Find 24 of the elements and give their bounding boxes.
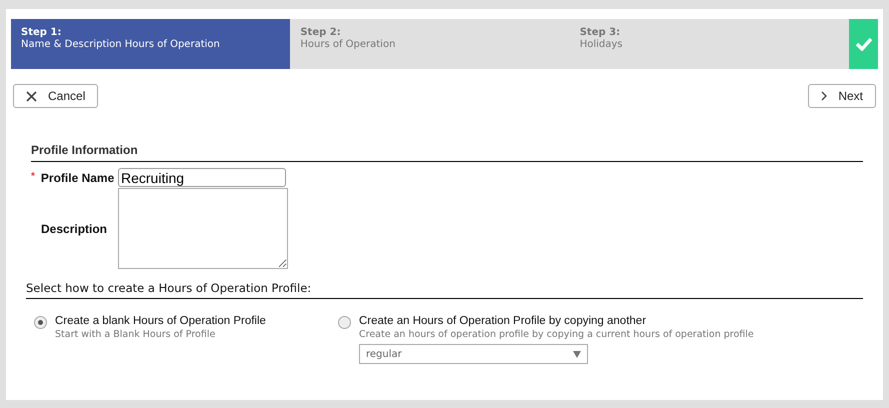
step-tab[interactable]: Step 2: Hours of Operation: [290, 19, 570, 69]
option-label: Create a blank Hours of Operation Profile: [55, 315, 266, 327]
section-heading: Profile Information: [31, 143, 863, 162]
profile-dropdown[interactable]: regular: [359, 344, 588, 364]
chevron-right-icon: [821, 91, 828, 101]
description-field[interactable]: [118, 188, 288, 269]
option-hint: Start with a Blank Hours of Profile: [55, 329, 216, 340]
cancel-button[interactable]: Cancel: [13, 84, 98, 108]
next-button[interactable]: Next: [808, 84, 876, 108]
profile-name-field[interactable]: Recruiting: [118, 168, 286, 187]
checkmark-icon: [854, 37, 873, 51]
field-label: Description: [41, 222, 108, 236]
step-tab[interactable]: Step 3: Holidays: [570, 19, 850, 69]
complete-button[interactable]: [849, 19, 878, 69]
radio-button[interactable]: [34, 316, 47, 329]
caret-down-icon: [573, 350, 581, 358]
radio-button[interactable]: [338, 316, 351, 329]
field-label: Profile Name: [40, 170, 114, 184]
close-icon: [26, 90, 37, 102]
option-hint: Create an hours of operation profile by copying a current hours of operation profile: [359, 329, 754, 340]
section-heading: Select how to create a Hours of Operation Profile:: [26, 281, 863, 299]
step-tab[interactable]: Step 1: Name & Description Hours of Operation: [11, 19, 290, 69]
option-label: Create an Hours of Operation Profile by copying another: [359, 315, 648, 327]
required-mark: *: [31, 170, 35, 184]
